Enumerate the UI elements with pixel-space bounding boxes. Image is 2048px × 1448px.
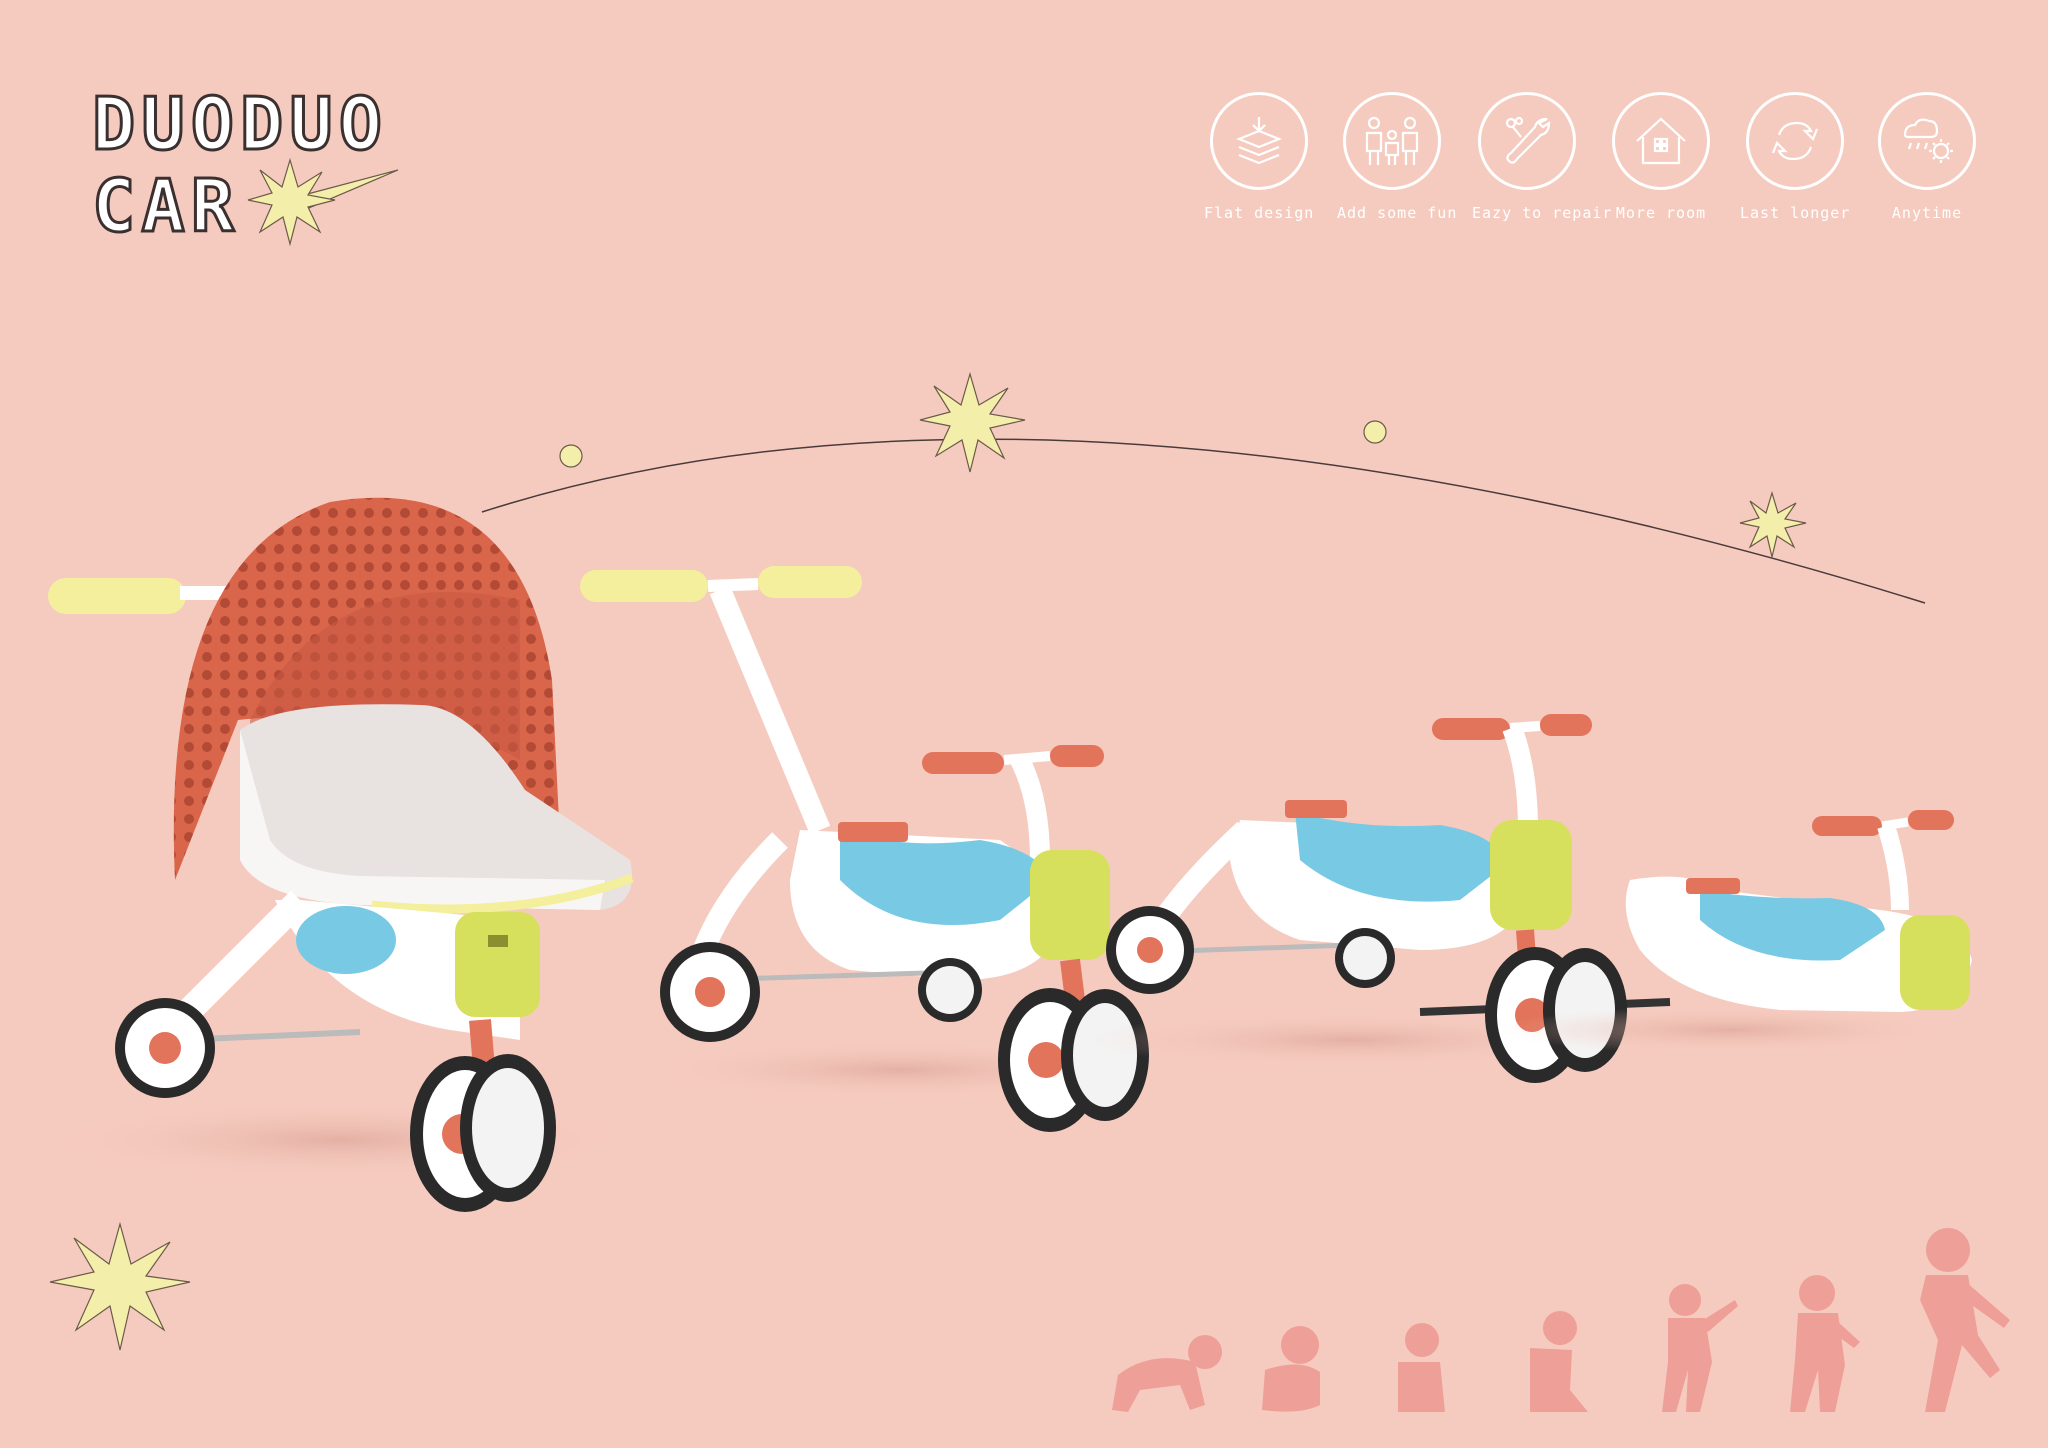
running-child-icon	[1920, 1228, 2010, 1412]
feature-anytime: Anytime	[1872, 92, 1982, 222]
feature-label: Last longer	[1740, 204, 1851, 222]
walking-child-icon	[1790, 1275, 1860, 1412]
house-icon	[1636, 117, 1686, 165]
weather-icon	[1903, 118, 1953, 163]
child-growth-silhouettes	[1112, 1228, 2010, 1412]
feature-more-room: More room	[1606, 92, 1716, 222]
feature-last-longer: Last longer	[1740, 92, 1850, 222]
sitting-toddler-icon	[1398, 1323, 1445, 1412]
push-trike-mode	[580, 566, 1160, 1132]
wrench-icon	[1505, 116, 1551, 164]
standing-toddler-icon	[1662, 1284, 1738, 1412]
star-icon	[1739, 490, 1807, 558]
logo-line-2: CAR	[90, 164, 241, 248]
feature-add-some-fun: Add some fun	[1337, 92, 1458, 222]
star-icon	[919, 371, 1026, 473]
sitting-baby-icon	[1262, 1326, 1320, 1412]
feature-eazy-to-repair: Eazy to repair	[1472, 92, 1613, 222]
feature-label: Flat design	[1204, 204, 1315, 222]
feature-flat-design: Flat design	[1204, 92, 1314, 222]
logo-line-1: DUODUO	[90, 82, 389, 166]
family-icon	[1365, 116, 1419, 165]
feature-label: Add some fun	[1337, 204, 1458, 222]
layers-icon	[1236, 117, 1282, 165]
star-icon	[49, 1221, 191, 1351]
kneeling-toddler-icon	[1530, 1311, 1588, 1412]
stroller-mode	[40, 497, 640, 1212]
feature-label: More room	[1615, 204, 1707, 222]
crawling-baby-icon	[1112, 1335, 1222, 1412]
logo-star-icon	[247, 157, 399, 247]
feature-label: Eazy to repair	[1472, 204, 1613, 222]
feature-label: Anytime	[1891, 204, 1963, 222]
cycle-arrows-icon	[1771, 121, 1819, 161]
